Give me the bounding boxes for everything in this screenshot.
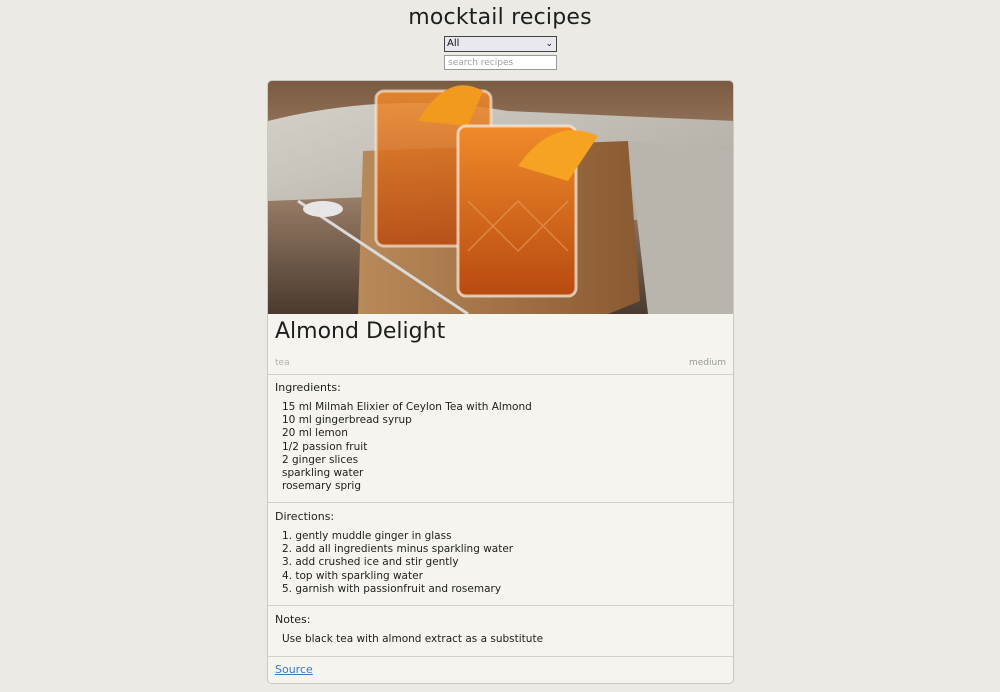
- list-item: 2. add all ingredients minus sparkling w…: [282, 543, 514, 556]
- filter-selected-value: All: [447, 38, 460, 49]
- controls: All ⌄: [444, 36, 557, 70]
- list-item: 15 ml Milmah Elixier of Ceylon Tea with …: [282, 401, 532, 413]
- recipe-title: Almond Delight: [275, 319, 446, 344]
- ingredients-list: 15 ml Milmah Elixier of Ceylon Tea with …: [282, 401, 532, 493]
- source-link[interactable]: Source: [275, 663, 313, 676]
- list-item: sparkling water: [282, 467, 364, 480]
- notes-text: Use black tea with almond extract as a s…: [282, 633, 544, 645]
- list-item: rosemary sprig: [282, 480, 362, 493]
- page: mocktail recipes All ⌄ search recipes Al…: [0, 0, 1000, 692]
- list-item: 4. top with sparkling water: [282, 569, 423, 582]
- directions-section: Directions: 1. gently muddle ginger in g…: [268, 503, 733, 606]
- directions-label: Directions:: [275, 510, 335, 523]
- notes-section: Notes: Use black tea with almond extract…: [268, 606, 733, 657]
- list-item: 1. gently muddle ginger in glass: [282, 530, 452, 542]
- search-input[interactable]: [444, 55, 557, 70]
- list-item: 2 ginger slices: [282, 453, 359, 466]
- chevron-down-icon: ⌄: [545, 39, 553, 49]
- ingredients-label: Ingredients:: [275, 381, 341, 394]
- ingredients-section: Ingredients: 15 ml Milmah Elixier of Cey…: [268, 374, 733, 503]
- list-item: 20 ml lemon: [282, 427, 348, 440]
- list-item: 10 ml gingerbread syrup: [282, 414, 412, 427]
- list-item: 5. garnish with passionfruit and rosemar…: [282, 582, 502, 595]
- recipe-header: Almond Delight tea medium: [268, 314, 733, 375]
- list-item: 1/2 passion fruit: [282, 440, 368, 453]
- recipe-photo: [268, 81, 733, 314]
- recipe-difficulty-tag: medium: [689, 358, 726, 368]
- directions-list: 1. gently muddle ginger in glass 2. add …: [282, 530, 513, 596]
- site-title: mocktail recipes: [408, 5, 592, 30]
- recipe-card: Almond Delight tea medium Ingredients: 1…: [267, 80, 734, 684]
- notes-label: Notes:: [275, 613, 311, 626]
- category-filter-select[interactable]: All ⌄: [444, 36, 557, 52]
- recipe-base-tag: tea: [275, 358, 290, 368]
- list-item: 3. add crushed ice and stir gently: [282, 556, 459, 569]
